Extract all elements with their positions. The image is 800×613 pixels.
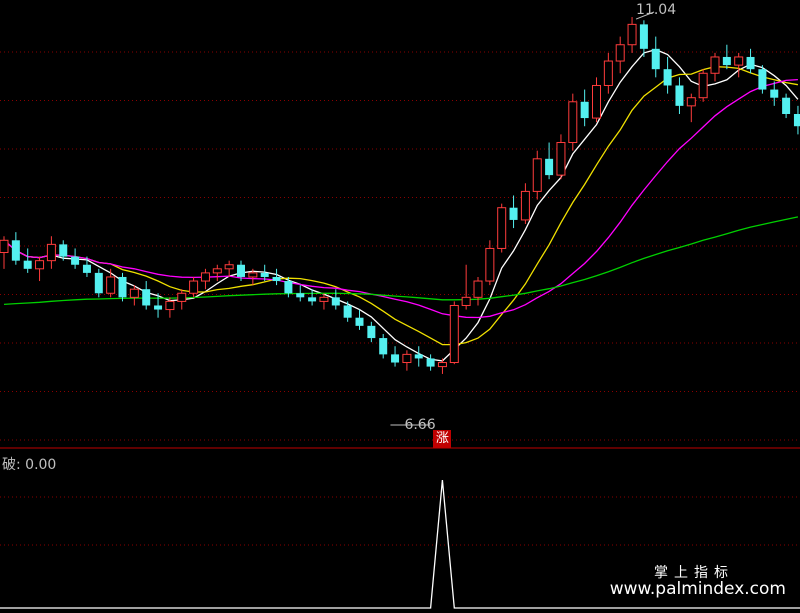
candle-body (23, 260, 32, 269)
candle-body (284, 281, 293, 294)
candle-body (154, 305, 163, 310)
candle-body (449, 304, 459, 364)
candle-body (710, 56, 720, 74)
candle-body (532, 158, 542, 192)
candle-body (746, 56, 755, 70)
candle-body (497, 207, 507, 249)
candle-body (177, 292, 187, 302)
candle-body (437, 362, 447, 368)
candle-body (94, 272, 103, 294)
candle-body (0, 239, 9, 254)
candle-body (224, 264, 234, 270)
candle-body (296, 293, 305, 298)
candle-body (237, 264, 245, 277)
candle-body (556, 142, 566, 176)
candle-body (189, 280, 199, 294)
candle-body (379, 338, 388, 355)
candle-body (165, 300, 175, 311)
candle-body (260, 272, 269, 277)
candle-body (212, 268, 222, 274)
candle-body (367, 325, 376, 339)
candle-body (129, 288, 139, 298)
candle-body (485, 247, 495, 282)
candle-body (770, 89, 779, 98)
signal-badge: 涨 (433, 430, 452, 448)
candle-body (142, 289, 151, 306)
candlesticks (0, 17, 800, 374)
candle-body (118, 276, 127, 298)
candle-body (615, 44, 625, 62)
candle-body (248, 272, 258, 278)
candle-body (106, 276, 116, 294)
candle-body (331, 297, 340, 306)
candle-body (627, 23, 637, 46)
candle-body (11, 240, 20, 261)
candle-body (758, 69, 767, 90)
candle-body (71, 256, 80, 265)
candle-body (568, 101, 578, 144)
candle-body (82, 264, 91, 273)
candle-body (343, 305, 352, 318)
candle-body (402, 353, 412, 364)
candle-body (35, 260, 45, 270)
candle-body (686, 97, 696, 107)
candle-body (782, 97, 791, 114)
candle-body (509, 207, 518, 220)
candle-body (675, 85, 684, 106)
candle-body (391, 354, 400, 363)
candle-body (603, 60, 613, 86)
indicator-label: 破: 0.00 (2, 457, 57, 473)
candle-body (59, 244, 68, 257)
candle-body (663, 69, 672, 86)
candle-body (651, 48, 660, 70)
watermark-url: www.palmindex.com (609, 579, 786, 599)
candle-body (200, 272, 210, 282)
candle-body (722, 56, 731, 66)
candle-body (272, 276, 281, 282)
low-price-label: 6.66 (404, 417, 436, 433)
candle-body (592, 84, 601, 119)
candle-body (545, 158, 554, 176)
candle-body (355, 317, 364, 326)
candle-body (461, 296, 471, 306)
candle-body (414, 354, 423, 359)
high-price-label: 11.04 (636, 2, 677, 18)
candle-body (698, 72, 708, 99)
candle-body (520, 190, 530, 221)
candle-body (308, 297, 317, 302)
stock-chart (0, 11, 800, 609)
candle-body (793, 114, 800, 127)
candle-body (580, 101, 589, 119)
candle-body (473, 280, 483, 298)
candle-body (319, 296, 329, 302)
candle-body (734, 56, 744, 66)
candle-body (46, 243, 56, 262)
candle-body (639, 24, 648, 49)
candle-body (426, 358, 435, 367)
ma-line (3, 66, 799, 346)
